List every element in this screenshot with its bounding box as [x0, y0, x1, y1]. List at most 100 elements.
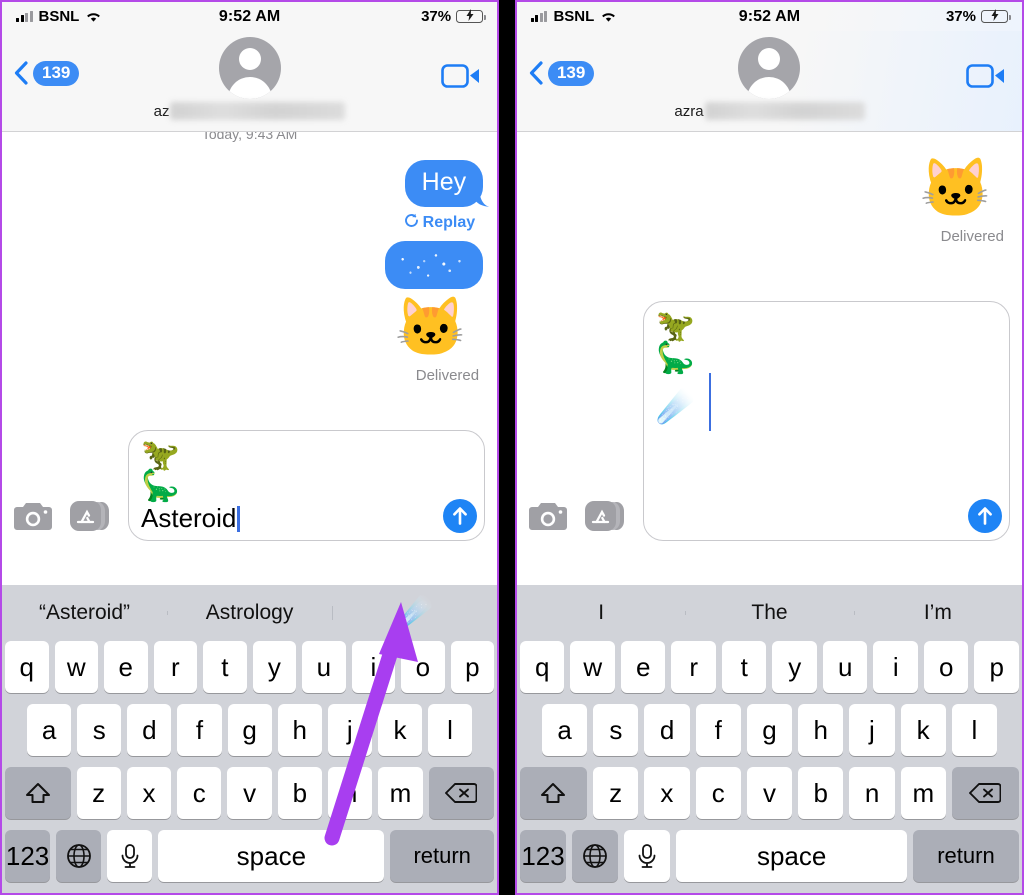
backspace-delete-icon[interactable] [951, 767, 1019, 819]
backspace-delete-icon[interactable] [428, 767, 495, 819]
globe-language-icon[interactable] [572, 830, 619, 882]
key-e[interactable]: e [104, 641, 148, 693]
key-a[interactable]: a [542, 704, 588, 756]
key-f[interactable]: f [177, 704, 222, 756]
video-camera-icon[interactable] [966, 63, 1006, 89]
key-e[interactable]: e [620, 641, 666, 693]
status-bar-right: 37% [945, 8, 1011, 25]
key-x[interactable]: x [644, 767, 690, 819]
message-sticker-cat[interactable]: 🐱 [395, 298, 467, 357]
contact-info[interactable]: azra [517, 37, 1022, 120]
key-x[interactable]: x [126, 767, 172, 819]
key-i[interactable]: i [873, 641, 918, 693]
predictive-text-bar: “Asteroid” Astrology ☄️ [2, 585, 498, 641]
key-k[interactable]: k [900, 704, 946, 756]
key-b[interactable]: b [798, 767, 844, 819]
prediction-im[interactable]: I’m [853, 601, 1022, 625]
key-j[interactable]: j [327, 704, 372, 756]
return-key[interactable]: return [912, 830, 1020, 882]
key-g[interactable]: g [227, 704, 272, 756]
key-u[interactable]: u [302, 641, 346, 693]
camera-icon[interactable] [14, 501, 52, 532]
key-s[interactable]: s [77, 704, 122, 756]
numbers-key[interactable]: 123 [5, 830, 51, 882]
contact-name-redacted [170, 102, 346, 120]
prediction-word[interactable]: Astrology [167, 601, 332, 625]
key-d[interactable]: d [644, 704, 690, 756]
send-arrow-up-icon[interactable] [968, 499, 1002, 533]
key-z[interactable]: z [76, 767, 121, 819]
message-sticker-cat[interactable]: 🐱 [920, 160, 992, 218]
key-n[interactable]: n [328, 767, 373, 819]
key-a[interactable]: a [27, 704, 72, 756]
numbers-key[interactable]: 123 [519, 830, 567, 882]
space-key[interactable]: space [676, 830, 907, 882]
key-z[interactable]: z [593, 767, 639, 819]
app-store-icon[interactable] [583, 499, 627, 533]
key-w[interactable]: w [54, 641, 99, 693]
key-t[interactable]: t [203, 641, 247, 693]
key-h[interactable]: h [798, 704, 844, 756]
key-i[interactable]: i [351, 641, 396, 693]
prediction-quoted[interactable]: “Asteroid” [2, 601, 167, 625]
key-n[interactable]: n [849, 767, 895, 819]
contact-info[interactable]: az [2, 37, 497, 120]
key-w[interactable]: w [570, 641, 615, 693]
key-h[interactable]: h [277, 704, 322, 756]
replay-label: Replay [422, 213, 476, 231]
key-m[interactable]: m [900, 767, 946, 819]
battery-percent-label: 37% [421, 8, 452, 25]
message-bubble-invisible-ink[interactable] [385, 240, 484, 289]
shift-arrow-up-icon[interactable] [519, 767, 587, 819]
key-p[interactable]: p [450, 641, 495, 693]
on-screen-keyboard: “Asteroid” Astrology ☄️ q w e r t y u i … [2, 585, 498, 893]
prediction-the[interactable]: The [685, 601, 853, 625]
key-r[interactable]: r [153, 641, 198, 693]
key-y[interactable]: y [252, 641, 297, 693]
key-l[interactable]: l [428, 704, 473, 756]
keyboard-row-1: q w e r t y u i o p [517, 641, 1022, 693]
shift-arrow-up-icon[interactable] [4, 767, 71, 819]
microphone-icon[interactable] [107, 830, 153, 882]
key-l[interactable]: l [951, 704, 997, 756]
key-p[interactable]: p [974, 641, 1019, 693]
message-input-field[interactable]: 🦖 🦕 Asteroid [128, 429, 486, 541]
key-y[interactable]: y [772, 641, 817, 693]
key-j[interactable]: j [849, 704, 895, 756]
key-o[interactable]: o [923, 641, 969, 693]
video-camera-icon[interactable] [441, 63, 481, 89]
key-q[interactable]: q [519, 641, 565, 693]
app-store-icon[interactable] [68, 499, 112, 533]
microphone-icon[interactable] [624, 830, 671, 882]
key-f[interactable]: f [695, 704, 741, 756]
key-m[interactable]: m [378, 767, 423, 819]
prediction-i[interactable]: I [517, 601, 685, 625]
key-b[interactable]: b [277, 767, 323, 819]
battery-percent-label: 37% [945, 8, 976, 25]
key-g[interactable]: g [746, 704, 793, 756]
key-o[interactable]: o [401, 641, 445, 693]
return-key[interactable]: return [390, 830, 495, 882]
message-bubble-text[interactable]: Hey [404, 160, 484, 207]
space-key[interactable]: space [158, 830, 385, 882]
key-k[interactable]: k [377, 704, 422, 756]
key-r[interactable]: r [671, 641, 716, 693]
key-v[interactable]: v [746, 767, 793, 819]
contact-name-visible: azra [674, 102, 704, 120]
message-input-field[interactable]: 🦖 🦕 ☄️ [642, 301, 1010, 541]
key-u[interactable]: u [822, 641, 868, 693]
key-t[interactable]: t [721, 641, 767, 693]
status-bar-right: 37% [421, 8, 486, 25]
camera-icon[interactable] [528, 501, 567, 532]
text-cursor [237, 506, 240, 532]
key-d[interactable]: d [127, 704, 172, 756]
emoji-prediction-comet[interactable]: ☄️ [332, 596, 497, 630]
key-s[interactable]: s [593, 704, 639, 756]
globe-language-icon[interactable] [56, 830, 102, 882]
send-arrow-up-icon[interactable] [443, 499, 478, 533]
key-q[interactable]: q [4, 641, 49, 693]
key-c[interactable]: c [695, 767, 741, 819]
key-c[interactable]: c [177, 767, 222, 819]
key-v[interactable]: v [227, 767, 272, 819]
replay-effect-button[interactable]: Replay [404, 213, 475, 233]
